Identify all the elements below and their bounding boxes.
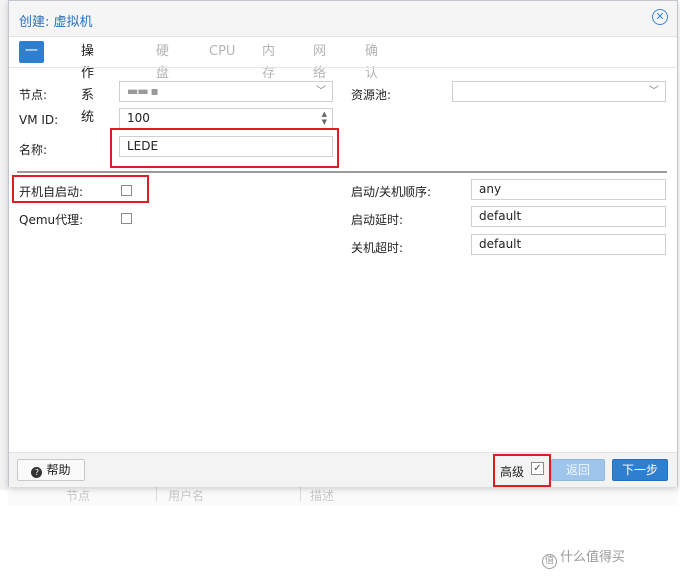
tab-memory[interactable]: 内存 [262,41,275,81]
tab-os[interactable]: 操作系统 [81,41,94,125]
shutdown-timeout-input[interactable]: default [471,234,666,255]
dialog-titlebar: 创建: 虚拟机 ✕ [9,1,677,37]
close-icon[interactable]: ✕ [652,9,668,25]
watermark: 值什么值得买 [542,546,625,569]
tab-cpu[interactable]: CPU [209,41,235,63]
startup-delay-input[interactable]: default [471,206,666,227]
onboot-checkbox[interactable] [121,185,132,196]
bg-column-user: 用户名 [168,489,205,503]
node-label: 节点: [19,88,48,102]
advanced-checkbox[interactable]: ✓ [531,462,544,475]
bg-column-node: 节点 [66,489,91,503]
onboot-label: 开机自启动: [19,185,84,199]
section-divider [17,171,667,173]
chevron-down-icon: ﹀ [649,86,659,97]
vmid-spinner[interactable]: 100 ▲ ▼ [119,108,333,129]
chevron-down-icon: ﹀ [316,86,326,97]
tab-network[interactable]: 网络 [313,41,326,81]
startup-delay-value: default [479,209,522,223]
watermark-logo-icon: 值 [542,554,557,569]
help-button[interactable]: ? 帮助 [17,459,85,481]
dialog-title: 创建: 虚拟机 [19,15,93,30]
vmid-value: 100 [127,111,150,125]
node-value: ▬▬ ▪ [127,84,159,98]
qemu-agent-checkbox[interactable] [121,213,132,224]
watermark-text: 什么值得买 [560,550,626,565]
name-value: LEDE [127,139,159,153]
background-grid-header: 节点 用户名 描述 [8,484,678,505]
bg-column-divider [156,487,157,501]
help-button-label: 帮助 [46,463,71,477]
name-input[interactable]: LEDE [119,136,333,157]
name-label: 名称: [19,143,48,157]
spinner-arrows-icon[interactable]: ▲ ▼ [322,110,327,126]
tab-general[interactable]: 一般 [19,41,45,81]
pool-label: 资源池: [351,88,392,102]
advanced-label: 高级 [500,465,525,479]
vmid-label: VM ID: [19,113,59,127]
tab-hard-disk[interactable]: 硬盘 [156,41,169,81]
startup-order-value: any [479,182,502,196]
help-icon: ? [31,467,43,478]
create-vm-dialog: 创建: 虚拟机 ✕ 一般 操作系统 硬盘 CPU 内存 网络 确认 节点: ▬▬… [8,0,678,487]
tab-confirm[interactable]: 确认 [365,41,378,81]
node-select[interactable]: ▬▬ ▪ ﹀ [119,81,333,102]
pool-select[interactable]: ﹀ [452,81,666,102]
qemu-agent-label: Qemu代理: [19,213,84,227]
bg-column-divider [300,487,301,501]
shutdown-timeout-label: 关机超时: [351,241,404,255]
startup-delay-label: 启动延时: [351,213,404,227]
next-button[interactable]: 下一步 [612,459,668,481]
dialog-footer: ? 帮助 高级 ✓ 返回 下一步 [9,452,677,487]
general-panel: 节点: ▬▬ ▪ ﹀ VM ID: 100 ▲ ▼ 名称: LEDE 资源池: ﹀… [9,67,677,452]
back-button[interactable]: 返回 [551,459,605,481]
startup-order-label: 启动/关机顺序: [351,185,432,199]
shutdown-timeout-value: default [479,237,522,251]
bg-column-description: 描述 [310,489,335,503]
startup-order-input[interactable]: any [471,179,666,200]
